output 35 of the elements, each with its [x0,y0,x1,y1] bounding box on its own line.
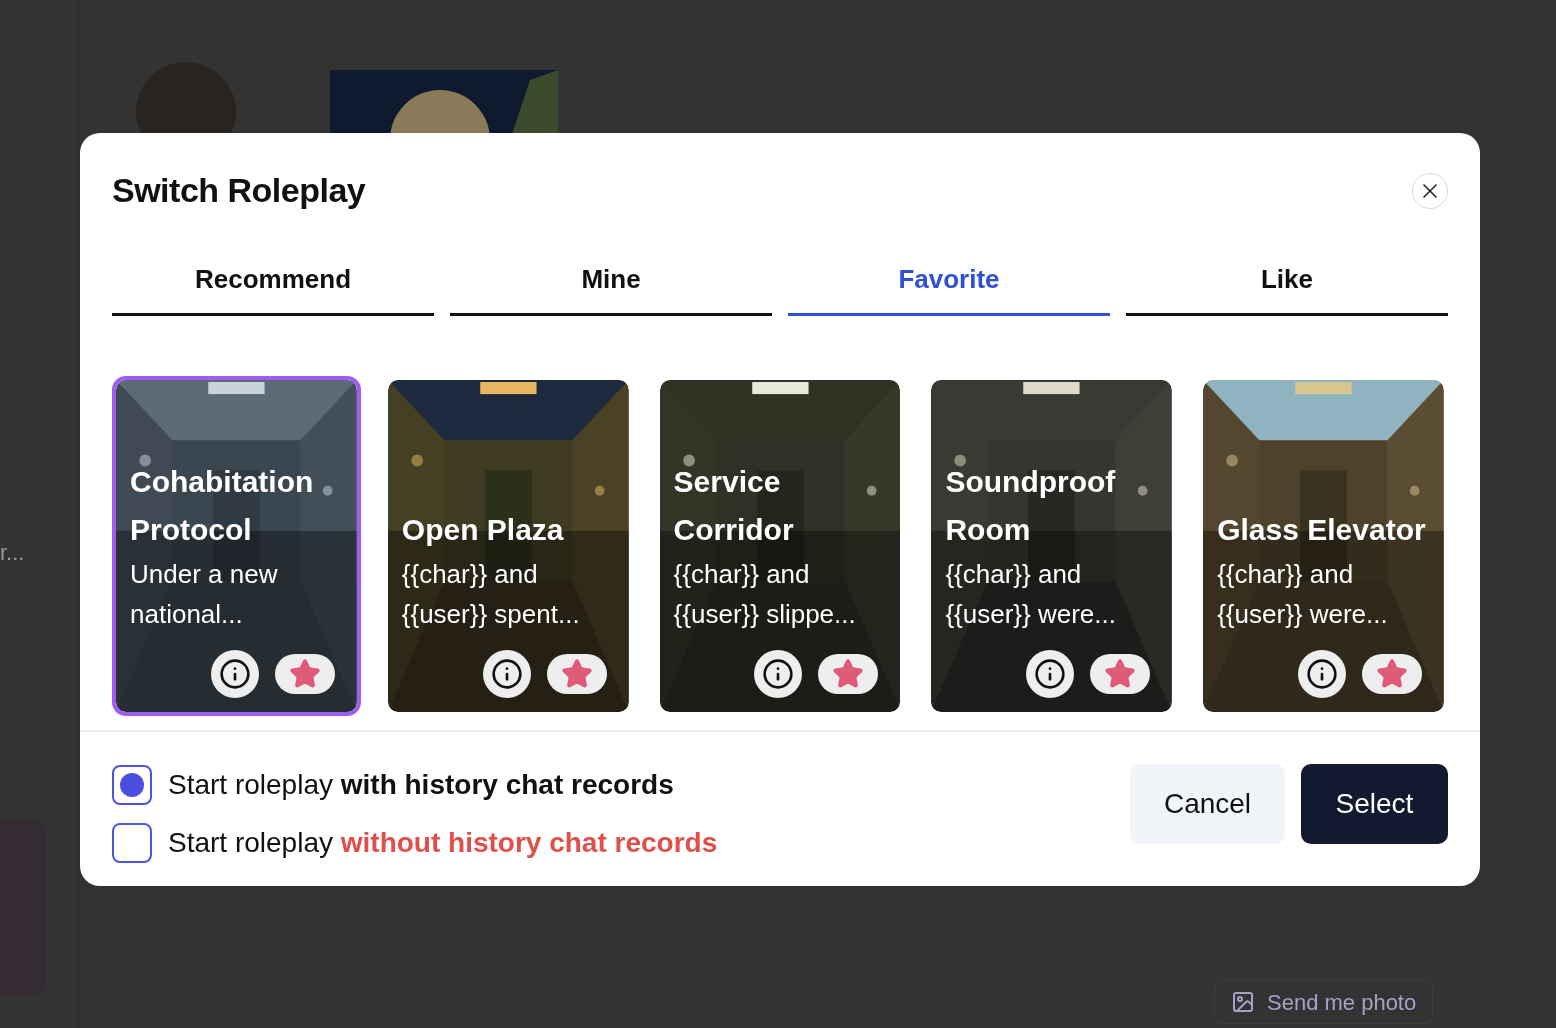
info-icon [1306,658,1338,690]
option-label: Start roleplay without history chat records [168,826,718,860]
star-icon [832,658,865,690]
card-title: Service Corridor [673,464,795,548]
card-title: Soundproof Room [945,464,1117,548]
star-icon [288,658,321,690]
card-description: {{char}} and {{user}} slippe... [673,558,857,631]
star-icon [560,658,593,690]
info-icon [490,658,523,690]
send-photo-button[interactable]: Send me photo [1214,980,1434,1024]
tab[interactable]: Like [1126,258,1448,316]
tab[interactable]: Mine [450,258,772,316]
info-icon [1034,658,1067,690]
card-description: Under a new national... [130,558,279,631]
tab[interactable]: Favorite [788,258,1110,316]
star-icon [1104,658,1137,690]
select-button[interactable]: Select [1301,764,1448,844]
option-checkbox[interactable] [112,823,152,863]
card-title: Cohabitation Protocol [130,464,315,548]
image-icon [1231,990,1255,1014]
roleplay-card[interactable]: Cohabitation Protocol Under a new national... [112,376,361,716]
card-description: {{char}} and {{user}} were... [945,558,1117,631]
dialog-title: Switch Roleplay [112,170,366,211]
card-description: {{char}} and {{user}} were... [1217,558,1389,631]
tab[interactable]: Recommend [112,258,434,316]
info-icon [762,658,795,690]
card-title: Open Plaza [401,512,565,548]
cancel-button[interactable]: Cancel [1130,764,1285,844]
card-title: Glass Elevator [1217,512,1427,548]
card-description: {{char}} and {{user}} spent... [401,558,581,631]
option-label: Start roleplay with history chat records [168,768,674,802]
truncated-text: r... [0,539,25,567]
option-checkbox[interactable] [112,765,152,805]
star-icon [1376,658,1408,690]
info-icon [218,658,251,690]
